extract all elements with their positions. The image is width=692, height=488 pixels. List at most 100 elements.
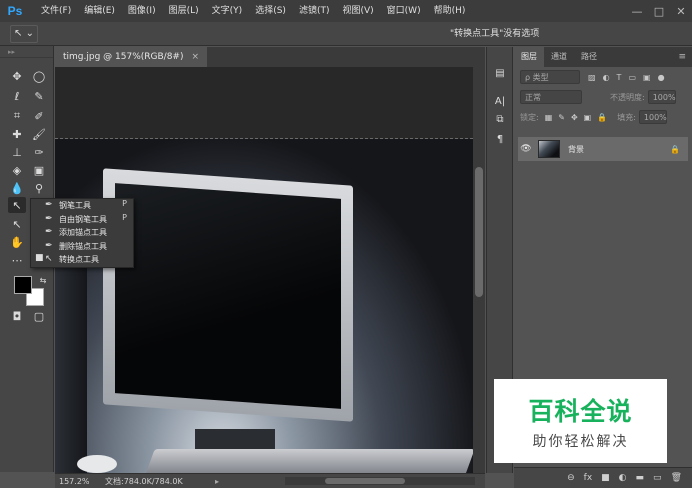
lock-all-icon[interactable]: 🔒 <box>597 113 607 122</box>
layer-name[interactable]: 背景 <box>568 144 584 155</box>
add-anchor-icon: ✒ <box>45 227 53 237</box>
type-filter-icon[interactable]: T <box>617 73 622 82</box>
watermark-logo: 百科全说 助你轻松解决 <box>494 379 667 463</box>
menu-edit[interactable]: 编辑(E) <box>79 0 120 22</box>
move-tool-icon[interactable]: ✥ <box>8 68 26 84</box>
tab-paths[interactable]: 路径 <box>574 47 604 67</box>
panel-grip[interactable]: ▸▸ <box>0 46 53 58</box>
vertical-scroll-thumb[interactable] <box>475 167 483 297</box>
image-computer-tower <box>55 259 87 473</box>
menu-image[interactable]: 图像(I) <box>123 0 161 22</box>
filter-toggle-icon[interactable]: ● <box>658 73 665 82</box>
clone-stamp-tool-icon[interactable]: ⊥ <box>8 144 26 160</box>
layer-row-background[interactable]: 👁 背景 🔒 <box>518 137 688 161</box>
foreground-color-swatch[interactable] <box>14 276 32 294</box>
delete-layer-icon[interactable]: 🗑 <box>671 473 682 483</box>
gradient-tool-icon[interactable]: ▣ <box>30 162 48 178</box>
tab-channels[interactable]: 通道 <box>544 47 574 67</box>
new-layer-icon[interactable]: ▭ <box>653 473 662 483</box>
vertical-scrollbar[interactable] <box>473 67 485 473</box>
tab-layers[interactable]: 图层 <box>514 47 544 67</box>
layer-filter-select[interactable]: ρ 类型 <box>520 70 580 84</box>
flyout-item-freeform-pen[interactable]: ✒ 自由钢笔工具 P <box>31 213 133 227</box>
fill-input[interactable]: 100% <box>638 110 667 124</box>
menu-items: 文件(F) 编辑(E) 图像(I) 图层(L) 文字(Y) 选择(S) 滤镜(T… <box>36 0 473 22</box>
menu-view[interactable]: 视图(V) <box>337 0 378 22</box>
lock-position-icon[interactable]: ✥ <box>571 113 578 122</box>
history-brush-tool-icon[interactable]: ✑ <box>30 144 48 160</box>
link-layers-icon[interactable]: ⊖ <box>567 473 575 483</box>
more-tools-icon[interactable]: ⋯ <box>8 252 26 268</box>
eyedropper-tool-icon[interactable]: ✐ <box>30 108 48 124</box>
history-panel-icon[interactable]: ▤ <box>492 65 508 81</box>
lasso-tool-icon[interactable]: ℓ <box>8 88 26 104</box>
flyout-item-pen[interactable]: ✒ 钢笔工具 P <box>31 199 133 213</box>
pen-icon: ✒ <box>45 200 53 210</box>
document-tab[interactable]: timg.jpg @ 157%(RGB/8#) × <box>55 47 208 67</box>
status-bar: 157.2% 文档:784.0K/784.0K ▸ <box>55 473 485 488</box>
paragraph-styles-icon[interactable]: ⧉ <box>492 111 508 127</box>
menu-file[interactable]: 文件(F) <box>36 0 76 22</box>
document-image[interactable] <box>55 139 473 473</box>
pixel-filter-icon[interactable]: ▨ <box>588 73 596 82</box>
restore-button[interactable]: □ <box>648 0 670 22</box>
character-panel-icon[interactable]: A| <box>492 93 508 109</box>
crop-tool-icon[interactable]: ⌗ <box>8 108 26 124</box>
menu-window[interactable]: 窗口(W) <box>382 0 426 22</box>
horizontal-scroll-thumb[interactable] <box>325 478 405 484</box>
flyout-item-convert-point[interactable]: ■ ↖ 转换点工具 <box>31 253 133 267</box>
adjustment-filter-icon[interactable]: ◐ <box>603 73 610 82</box>
flyout-item-add-anchor[interactable]: ✒ 添加锚点工具 <box>31 226 133 240</box>
quick-mask-icon[interactable]: ◘ <box>8 308 26 324</box>
pasteboard <box>55 67 473 139</box>
tool-preset-picker[interactable]: ↖ ⌄ <box>10 24 38 43</box>
menu-select[interactable]: 选择(S) <box>250 0 291 22</box>
minimize-button[interactable]: — <box>626 0 648 22</box>
brush-tool-icon[interactable]: 🖌 <box>30 126 48 142</box>
horizontal-scrollbar[interactable] <box>285 477 475 485</box>
paragraph-panel-icon[interactable]: ¶ <box>492 131 508 147</box>
menu-layer[interactable]: 图层(L) <box>164 0 204 22</box>
marquee-tool-icon[interactable]: ◯ <box>30 68 48 84</box>
opacity-input[interactable]: 100% <box>647 90 676 104</box>
watermark-title: 百科全说 <box>528 396 633 426</box>
panel-menu-icon[interactable]: ≡ <box>678 47 692 67</box>
shape-filter-icon[interactable]: ▭ <box>628 73 636 82</box>
new-group-icon[interactable]: ▬ <box>636 473 645 483</box>
menu-type[interactable]: 文字(Y) <box>207 0 248 22</box>
blur-tool-icon[interactable]: 💧 <box>8 180 26 196</box>
lock-icon: 🔒 <box>670 144 680 154</box>
smart-object-filter-icon[interactable]: ▣ <box>643 73 651 82</box>
add-mask-icon[interactable]: ■ <box>601 473 610 483</box>
layer-style-icon[interactable]: fx <box>584 473 593 483</box>
menu-help[interactable]: 帮助(H) <box>429 0 471 22</box>
flyout-item-delete-anchor[interactable]: ✒ 删除锚点工具 <box>31 240 133 254</box>
screen-mode-icon[interactable]: ▢ <box>30 308 48 324</box>
quick-select-tool-icon[interactable]: ✎ <box>30 88 48 104</box>
healing-brush-tool-icon[interactable]: ✚ <box>8 126 26 142</box>
hand-tool-icon[interactable]: ✋ <box>8 234 26 250</box>
status-menu-arrow-icon[interactable]: ▸ <box>215 477 219 486</box>
lock-artboard-icon[interactable]: ▣ <box>584 113 592 122</box>
eraser-tool-icon[interactable]: ◈ <box>8 162 26 178</box>
opacity-label: 不透明度: <box>610 92 645 102</box>
image-keyboard <box>145 449 473 473</box>
dodge-tool-icon[interactable]: ⚲ <box>30 180 48 196</box>
freeform-pen-icon: ✒ <box>45 213 53 224</box>
window-controls: — □ ✕ <box>626 0 692 22</box>
tab-close-icon[interactable]: × <box>191 47 199 67</box>
menu-filter[interactable]: 滤镜(T) <box>294 0 335 22</box>
lock-transparent-icon[interactable]: ▦ <box>545 113 553 122</box>
path-selection-tool-icon[interactable]: ↖ <box>8 216 26 232</box>
eye-icon[interactable]: 👁 <box>518 144 534 154</box>
lock-image-icon[interactable]: ✎ <box>558 113 565 122</box>
convert-point-tool-icon[interactable]: ↖ <box>8 197 26 213</box>
zoom-level[interactable]: 157.2% <box>55 477 105 486</box>
close-button[interactable]: ✕ <box>670 0 692 22</box>
flyout-shortcut: P <box>122 199 127 208</box>
lock-label: 锁定: <box>520 112 539 122</box>
canvas-area[interactable] <box>55 67 473 473</box>
blend-mode-select[interactable]: 正常 <box>520 90 582 104</box>
swap-colors-icon[interactable]: ⇆ <box>34 272 52 288</box>
adjustment-layer-icon[interactable]: ◐ <box>619 473 627 483</box>
